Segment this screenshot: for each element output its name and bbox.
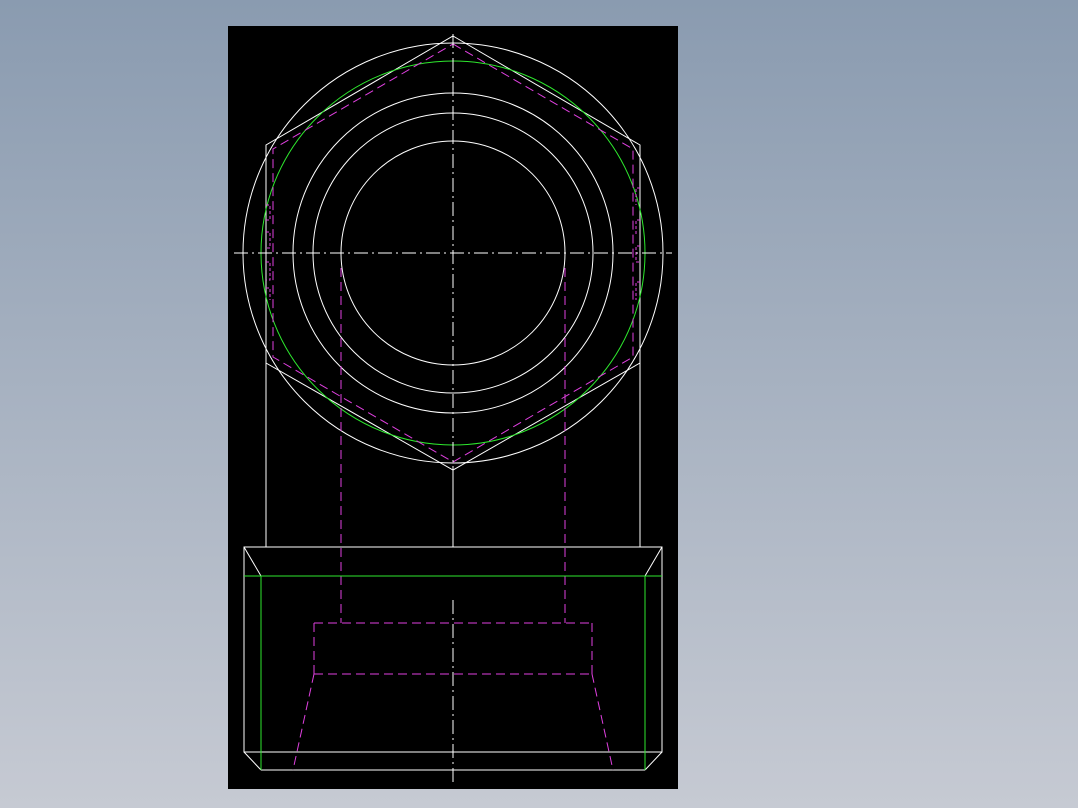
cad-drawing — [234, 34, 672, 782]
port-view — [234, 34, 672, 472]
base-block-view — [243, 546, 663, 782]
